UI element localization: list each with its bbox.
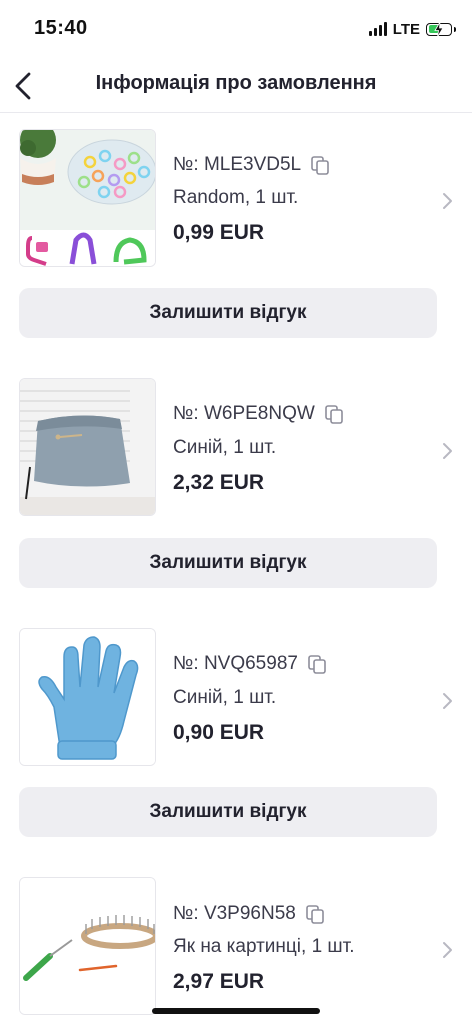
item-variant: Синій, 1 шт. [173, 437, 277, 458]
order-number-row: №: NVQ65987 [173, 653, 326, 675]
chevron-right-icon[interactable] [440, 441, 454, 461]
leave-review-button[interactable]: Залишити відгук [19, 288, 437, 338]
copy-icon[interactable] [324, 404, 343, 424]
copy-icon[interactable] [311, 155, 329, 175]
charging-bolt-icon [434, 21, 444, 37]
signal-strength-icon [368, 22, 387, 36]
product-image-knitting-loom [19, 877, 156, 1015]
order-number: №: V3P96N58 [173, 903, 296, 924]
status-time: 15:40 [34, 17, 88, 39]
item-price: 2,32 EUR [173, 471, 265, 494]
chevron-right-icon[interactable] [440, 940, 454, 960]
network-type: LTE [392, 20, 420, 38]
product-image-exfoliating-glove [19, 628, 156, 766]
home-indicator[interactable] [152, 1008, 320, 1014]
item-variant: Random, 1 шт. [173, 187, 299, 208]
product-image-cosmetic-bag [19, 378, 156, 516]
status-indicators: LTE [368, 18, 456, 40]
navigation-bar: Інформація про замовлення [0, 58, 472, 113]
order-number: №: MLE3VD5L [173, 154, 302, 175]
battery-icon [426, 21, 456, 37]
order-number: №: NVQ65987 [173, 653, 298, 674]
item-variant: Синій, 1 шт. [173, 687, 277, 708]
status-bar: 15:40 LTE [0, 0, 472, 58]
order-number-row: №: W6PE8NQW [173, 403, 343, 425]
item-price: 2,97 EUR [173, 970, 265, 993]
chevron-right-icon[interactable] [440, 191, 454, 211]
chevron-right-icon[interactable] [440, 691, 454, 711]
order-number: №: W6PE8NQW [173, 403, 315, 424]
leave-review-button[interactable]: Залишити відгук [19, 787, 437, 837]
item-price: 0,99 EUR [173, 221, 265, 244]
copy-icon[interactable] [306, 904, 324, 924]
order-number-row: №: MLE3VD5L [173, 154, 329, 176]
page-title: Інформація про замовлення [95, 72, 377, 94]
leave-review-button[interactable]: Залишити відгук [19, 538, 437, 588]
product-image-stitch-markers [19, 129, 156, 267]
item-variant: Як на картинці, 1 шт. [173, 936, 355, 957]
copy-icon[interactable] [308, 654, 326, 674]
order-number-row: №: V3P96N58 [173, 903, 324, 925]
item-price: 0,90 EUR [173, 721, 265, 744]
